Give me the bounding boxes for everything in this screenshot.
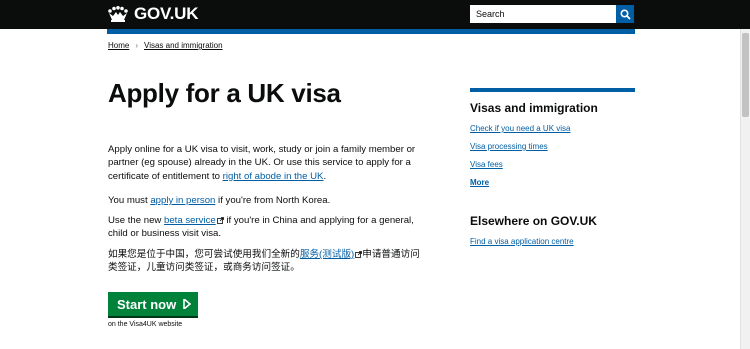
breadcrumb-home[interactable]: Home [108, 41, 129, 50]
start-now-button[interactable]: Start now [108, 292, 198, 316]
govuk-logo[interactable]: GOV.UK [107, 4, 199, 23]
search-icon [619, 8, 631, 20]
china-before: Use the new [108, 215, 164, 226]
start-note: on the Visa4UK website [108, 321, 183, 328]
site-header: GOV.UK [0, 0, 750, 29]
breadcrumb: Home › Visas and immigration [108, 41, 223, 50]
sidebar-link-visa-fees[interactable]: Visa fees [470, 160, 503, 169]
north-korea-paragraph: You must apply in person if you're from … [108, 194, 428, 207]
sidebar-link-processing-times[interactable]: Visa processing times [470, 142, 548, 151]
logo-text: GOV.UK [134, 4, 199, 23]
crown-icon [108, 6, 128, 22]
chinese-paragraph: 如果您是位于中国，您可尝试使用我们全新的服务(测试版) 申请普通访问类签证，儿童访… [108, 248, 428, 275]
start-now-label: Start now [117, 296, 177, 312]
intro-end: . [323, 170, 327, 182]
nk-before: You must [108, 195, 151, 206]
arrow-right-icon [183, 299, 192, 309]
beta-service-link[interactable]: beta service [164, 215, 216, 226]
zh-before: 如果您是位于中国，您可尝试使用我们全新的 [108, 249, 300, 260]
breadcrumb-visas[interactable]: Visas and immigration [144, 41, 223, 50]
search-input[interactable] [470, 5, 616, 23]
scrollbar-thumb[interactable] [742, 33, 749, 117]
scrollbar[interactable] [740, 29, 750, 349]
sidebar-top-bar [470, 88, 635, 92]
search-button[interactable] [616, 5, 634, 23]
external-link-icon [216, 217, 224, 224]
sidebar-heading: Visas and immigration [470, 101, 598, 115]
chevron-right-icon: › [135, 41, 139, 50]
sidebar-link-more[interactable]: More [470, 178, 489, 187]
header-underline [107, 29, 635, 34]
intro-paragraph: Apply online for a UK visa to visit, wor… [108, 143, 428, 183]
sidebar-link-check-visa[interactable]: Check if you need a UK visa [470, 124, 571, 133]
beta-service-zh-link[interactable]: 服务(测试版) [300, 249, 354, 260]
elsewhere-link-find-centre[interactable]: Find a visa application centre [470, 237, 574, 246]
nk-after: if you're from North Korea. [215, 195, 331, 206]
search-form [470, 5, 634, 23]
page-title: Apply for a UK visa [108, 78, 341, 108]
china-paragraph: Use the new beta service if you're in Ch… [108, 214, 428, 241]
right-of-abode-link[interactable]: right of abode in the UK [223, 171, 324, 182]
elsewhere-heading: Elsewhere on GOV.UK [470, 214, 597, 228]
apply-in-person-link[interactable]: apply in person [150, 195, 215, 206]
